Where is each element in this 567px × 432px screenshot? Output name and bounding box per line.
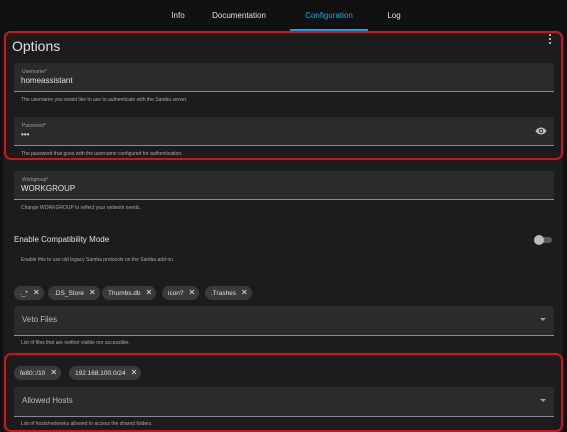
tab-info[interactable]: Info (163, 0, 193, 31)
chip-label: Thumbs.db (108, 290, 141, 297)
chevron-down-icon[interactable] (540, 399, 546, 402)
workgroup-value: WORKGROUP (21, 184, 76, 193)
chip-label: icon? (168, 290, 184, 297)
compatibility-label: Enable Compatibility Mode (14, 235, 110, 244)
password-helper: The password that goes with the username… (21, 151, 183, 157)
veto-files-placeholder: Veto Files (22, 315, 58, 324)
username-value: homeassistant (21, 76, 73, 85)
chip-label: .Trashes (211, 290, 237, 297)
tab-log[interactable]: Log (380, 0, 408, 31)
tab-documentation[interactable]: Documentation (204, 0, 274, 31)
workgroup-label: Workgroup* (22, 177, 49, 183)
workgroup-helper: Change WORKGROUP to reflect your network… (21, 205, 141, 211)
veto-files-select[interactable]: Veto Files (14, 306, 554, 336)
close-icon[interactable]: ✕ (146, 286, 153, 300)
close-icon[interactable]: ✕ (33, 286, 40, 300)
compatibility-helper: Enable this to use old legacy Samba prot… (21, 257, 175, 263)
close-icon[interactable]: ✕ (89, 286, 96, 300)
password-value: ••• (21, 130, 30, 139)
chevron-down-icon[interactable] (540, 318, 546, 321)
close-icon[interactable]: ✕ (241, 286, 248, 300)
veto-files-helper: List of files that are neither visible n… (21, 340, 130, 346)
chip-label: .DS_Store (54, 290, 84, 297)
chip-label: 192.168.100.0/24 (75, 370, 126, 377)
chip-label: fe80::/10 (20, 370, 46, 377)
toggle-thumb (534, 235, 544, 245)
tab-configuration[interactable]: Configuration (290, 0, 368, 31)
username-field[interactable]: Username* homeassistant (14, 63, 554, 92)
username-helper: The username you would like to use to au… (21, 97, 188, 103)
close-icon[interactable]: ✕ (131, 366, 138, 380)
password-label: Password* (22, 123, 46, 129)
veto-chip[interactable]: ._* ✕ (14, 286, 44, 300)
allowed-hosts-select[interactable]: Allowed Hosts (14, 387, 554, 417)
close-icon[interactable]: ✕ (189, 286, 196, 300)
eye-icon[interactable] (535, 126, 547, 136)
more-vert-icon[interactable] (547, 33, 553, 45)
username-label: Username* (22, 69, 48, 75)
chip-label: ._* (20, 290, 28, 297)
tab-bar: Info Documentation Configuration Log (0, 0, 567, 31)
close-icon[interactable]: ✕ (50, 366, 57, 380)
password-field[interactable]: Password* ••• (14, 117, 554, 146)
host-chip[interactable]: fe80::/10 ✕ (14, 366, 62, 380)
host-chip[interactable]: 192.168.100.0/24 ✕ (69, 366, 142, 380)
allowed-hosts-helper: List of hosts/networks allowed to access… (21, 421, 153, 427)
compatibility-toggle[interactable] (534, 235, 552, 245)
allowed-hosts-placeholder: Allowed Hosts (22, 396, 73, 405)
page-title: Options (12, 38, 61, 54)
veto-chip[interactable]: .Trashes ✕ (205, 286, 252, 300)
workgroup-field[interactable]: Workgroup* WORKGROUP (14, 171, 554, 200)
veto-chip[interactable]: Thumbs.db ✕ (102, 286, 157, 300)
veto-chip[interactable]: .DS_Store ✕ (48, 286, 100, 300)
veto-chip[interactable]: icon? ✕ (162, 286, 200, 300)
